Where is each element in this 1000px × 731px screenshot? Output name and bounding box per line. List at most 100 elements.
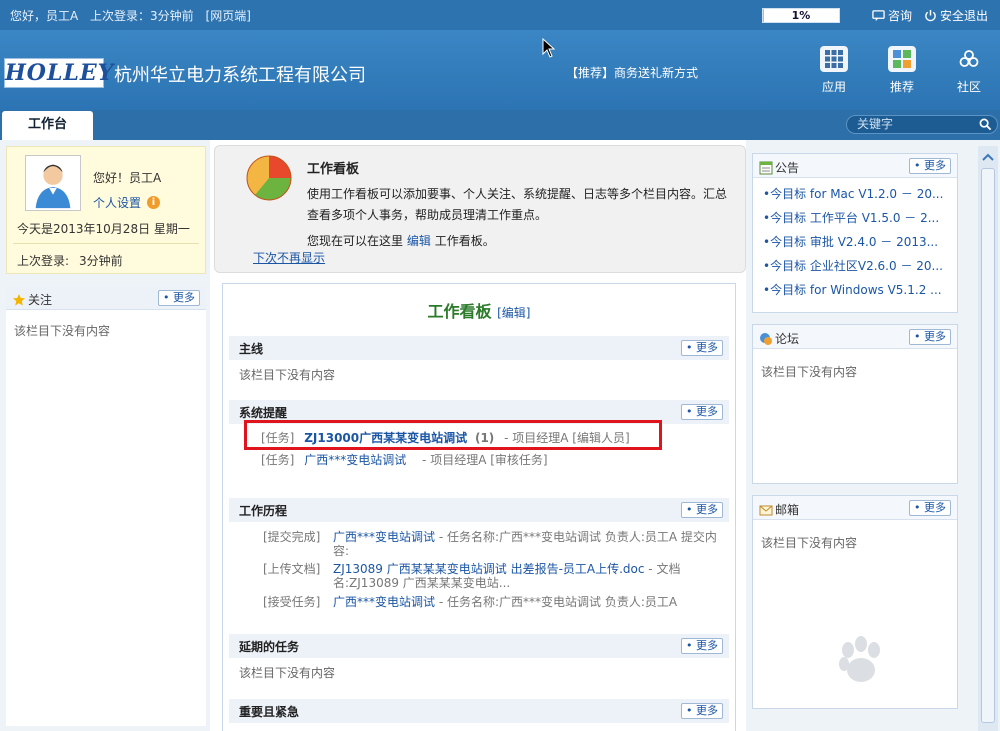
follow-empty: 该栏目下没有内容 xyxy=(14,324,111,338)
apps-button[interactable]: 应用 xyxy=(814,46,854,95)
more-label: 更多 xyxy=(696,405,718,418)
apps-label: 应用 xyxy=(821,80,846,94)
progress-text: 1% xyxy=(791,9,811,22)
promo-link[interactable]: 【推荐】商务送礼新方式 xyxy=(566,64,698,81)
section-urgent-header: 重要且紧急 • 更多 xyxy=(229,699,729,723)
mailbox-title-text: 邮箱 xyxy=(775,503,800,517)
recommend-icon xyxy=(888,46,916,72)
last-login-text: 上次登录：3分钟前 xyxy=(90,9,194,23)
search-icon[interactable] xyxy=(979,118,992,131)
recommend-label: 推荐 xyxy=(889,80,914,94)
board-title-text: 工作看板 xyxy=(427,302,492,321)
profile-card: 您好！员工A 个人设置 i 今天是2013年10月28日 星期一 上次登录: 3分… xyxy=(6,146,206,274)
pie-chart-icon xyxy=(246,155,292,201)
section-urgent: 重要且紧急 • 更多 xyxy=(229,699,729,723)
history-row: [接受任务] 广西***变电站调试 - 任务名称:广西***变电站调试 负责人:… xyxy=(263,595,727,611)
section-main: 主线 • 更多 该栏目下没有内容 xyxy=(229,336,729,382)
logo-text: HOLLEY xyxy=(5,60,115,86)
main-more-button[interactable]: • 更多 xyxy=(681,340,723,356)
avatar[interactable] xyxy=(25,155,81,211)
intro-edit-suffix: 工作看板。 xyxy=(434,234,495,248)
section-main-title: 主线 xyxy=(239,342,264,356)
section-history-title: 工作历程 xyxy=(239,504,288,518)
forum-header: 论坛 • 更多 xyxy=(753,325,957,349)
last-login-label: 上次登录: xyxy=(17,254,70,268)
section-urgent-title: 重要且紧急 xyxy=(239,705,300,719)
reminder-task-link[interactable]: 广西***变电站调试 xyxy=(304,453,406,467)
notice-title: 公告 xyxy=(759,159,799,176)
notice-item[interactable]: •今目标 工作平台 V1.5.0 － 2... xyxy=(763,206,953,230)
intro-edit-prefix: 您现在可以在这里 xyxy=(307,234,404,248)
company-logo[interactable]: HOLLEY xyxy=(4,58,115,88)
logout-label: 安全退出 xyxy=(940,9,989,23)
history-link[interactable]: ZJ13089 广西某某某变电站调试 出差报告-员工A上传.doc xyxy=(333,562,644,576)
storage-progress: 1% xyxy=(762,8,840,23)
section-reminders-title: 系统提醒 xyxy=(239,406,288,420)
intro-title: 工作看板 xyxy=(307,162,360,177)
intro-edit-line: 您现在可以在这里 编辑 工作看板。 xyxy=(307,232,495,249)
client-type: [网页端] xyxy=(205,9,251,23)
intro-edit-link[interactable]: 编辑 xyxy=(407,234,431,248)
history-more-button[interactable]: • 更多 xyxy=(681,502,723,518)
section-delayed-header: 延期的任务 • 更多 xyxy=(229,634,729,658)
today-date: 今天是2013年10月28日 星期一 xyxy=(17,222,190,236)
intro-description: 使用工作看板可以添加要事、个人关注、系统提醒、日志等多个栏目内容。汇总查看多项个… xyxy=(307,187,728,222)
more-label: 更多 xyxy=(696,341,718,354)
consult-label: 咨询 xyxy=(888,9,913,23)
chat-icon xyxy=(872,10,885,22)
follow-more-button[interactable]: • 更多 xyxy=(158,290,200,306)
recommend-button[interactable]: 推荐 xyxy=(882,46,922,95)
delayed-empty: 该栏目下没有内容 xyxy=(239,666,336,680)
follow-more-label: 更多 xyxy=(173,291,195,304)
search-input[interactable]: 关键字 xyxy=(846,115,998,134)
section-history-header: 工作历程 • 更多 xyxy=(229,498,729,522)
delayed-more-button[interactable]: • 更多 xyxy=(681,638,723,654)
dont-show-again-link[interactable]: 下次不再显示 xyxy=(253,249,325,266)
forum-more-label: 更多 xyxy=(924,330,946,343)
top-bar: 您好，员工A 上次登录：3分钟前 [网页端] 1% 咨询 安全退出 xyxy=(0,0,1000,30)
mail-icon xyxy=(759,505,773,515)
consult-link[interactable]: 咨询 xyxy=(872,7,912,24)
forum-title: 论坛 xyxy=(759,330,799,347)
divider xyxy=(13,243,199,244)
notice-item[interactable]: •今目标 for Windows V5.1.2 ... xyxy=(763,278,953,302)
scroll-up-icon[interactable] xyxy=(982,152,994,162)
forum-more-button[interactable]: • 更多 xyxy=(909,329,951,345)
notice-item[interactable]: •今目标 审批 V2.4.0 － 2013... xyxy=(763,230,953,254)
history-text: - 任务名称:广西***变电站调试 负责人:员工A xyxy=(435,595,678,609)
personal-settings-link[interactable]: 个人设置 i xyxy=(93,194,161,211)
reminder-tag: [任务] xyxy=(261,453,295,467)
community-icon xyxy=(955,46,983,72)
history-tag: [接受任务] xyxy=(263,595,321,609)
reminder-meta: - 项目经理A [审核任务] xyxy=(422,453,548,467)
app-header: HOLLEY 杭州华立电力系统工程有限公司 【推荐】商务送礼新方式 应用 推荐 … xyxy=(0,30,1000,110)
baidu-watermark-icon xyxy=(839,636,880,682)
vertical-scrollbar[interactable] xyxy=(978,146,998,731)
section-delayed-title: 延期的任务 xyxy=(239,640,300,654)
reminder-row: [任务] 广西***变电站调试 - 项目经理A [审核任务] xyxy=(261,451,548,468)
profile-hello: 您好！员工A xyxy=(93,171,162,185)
board-edit-link[interactable]: [编辑] xyxy=(497,306,530,320)
mailbox-title: 邮箱 xyxy=(759,501,799,518)
logout-link[interactable]: 安全退出 xyxy=(924,7,988,24)
scrollbar-thumb[interactable] xyxy=(981,168,995,723)
notice-more-button[interactable]: • 更多 xyxy=(909,158,951,174)
community-label: 社区 xyxy=(956,80,981,94)
work-board: 工作看板 [编辑] 主线 • 更多 该栏目下没有内容 系统提醒 • 更多 [任务… xyxy=(222,283,736,731)
notice-title-text: 公告 xyxy=(775,161,800,175)
community-button[interactable]: 社区 xyxy=(949,46,989,95)
tab-workbench[interactable]: 工作台 xyxy=(2,111,93,140)
notice-item[interactable]: •今目标 for Mac V1.2.0 － 20... xyxy=(763,182,953,206)
notice-icon xyxy=(759,161,773,174)
mailbox-more-button[interactable]: • 更多 xyxy=(909,500,951,516)
urgent-more-button[interactable]: • 更多 xyxy=(681,703,723,719)
apps-grid-icon xyxy=(820,46,848,72)
forum-empty: 该栏目下没有内容 xyxy=(761,365,858,379)
notice-item[interactable]: •今目标 企业社区V2.6.0 － 20... xyxy=(763,254,953,278)
history-link[interactable]: 广西***变电站调试 xyxy=(333,595,435,609)
forum-title-text: 论坛 xyxy=(775,332,800,346)
history-link[interactable]: 广西***变电站调试 xyxy=(333,530,435,544)
power-icon xyxy=(925,9,936,22)
reminders-more-button[interactable]: • 更多 xyxy=(681,404,723,420)
info-icon[interactable]: i xyxy=(147,196,161,209)
